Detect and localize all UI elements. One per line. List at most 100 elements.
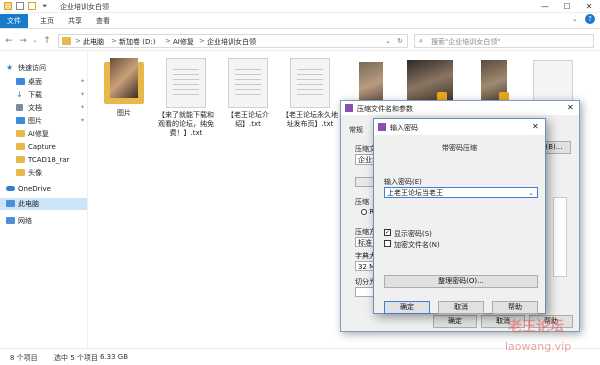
tab-share[interactable]: 共享 <box>68 14 82 28</box>
sidebar-item-network[interactable]: 网络 <box>6 215 32 227</box>
cancel-button[interactable]: 取消 <box>438 301 484 314</box>
checkbox-label: 显示密码(S) <box>394 230 432 238</box>
recent-dropdown-icon[interactable]: ⌄ <box>30 35 40 47</box>
text-file-icon <box>290 58 330 108</box>
file-name: 图片 <box>117 109 131 117</box>
dialog-title-bar: 压缩文件名和参数 ✕ <box>341 101 579 115</box>
password-value: 上老王论坛当老王 <box>387 189 443 197</box>
sidebar-item-label: 桌面 <box>28 78 42 86</box>
address-bar[interactable]: > 此电脑 > 新加卷 (D:) > AI修复 > 企业培训女白领 ⌄ ↻ <box>58 34 408 48</box>
selection-size: 6.33 GB <box>100 353 129 361</box>
organize-passwords-button[interactable]: 整理密码(O)... <box>384 275 538 288</box>
folder-icon <box>16 143 25 150</box>
help-icon[interactable]: ? <box>585 14 595 24</box>
winrar-icon <box>345 104 353 112</box>
sidebar-item-tcad18-rar[interactable]: TCAD18_rar <box>16 154 69 166</box>
breadcrumb-this-pc[interactable]: 此电脑 <box>83 37 104 47</box>
sidebar-item-onedrive[interactable]: OneDrive <box>6 183 51 195</box>
minimize-button[interactable]: — <box>534 0 556 13</box>
sidebar-item-label: AI修复 <box>28 130 49 138</box>
search-input[interactable]: ⌕ 搜索"企业培训女白领" <box>414 34 594 48</box>
dictionary-select[interactable]: 32 MB <box>355 261 375 271</box>
pin-icon[interactable]: ✦ <box>80 89 85 101</box>
window-title: 企业培训女白领 <box>60 3 109 11</box>
pin-icon[interactable]: ✦ <box>80 76 85 88</box>
sidebar-item-label: OneDrive <box>18 185 51 193</box>
breadcrumb-current-folder[interactable]: 企业培训女白领 <box>207 37 256 47</box>
tab-home[interactable]: 主页 <box>40 14 54 28</box>
checkbox-checked-icon: ✓ <box>384 229 391 236</box>
file-item-txt[interactable]: 【来了就能下载和观看的论坛，纯免费！】.txt <box>157 58 215 138</box>
pin-icon[interactable]: ✦ <box>80 102 85 114</box>
sidebar-item-label: Capture <box>28 143 56 151</box>
sidebar-item-label: 下载 <box>28 91 42 99</box>
network-icon <box>6 217 15 224</box>
tab-view[interactable]: 查看 <box>96 14 110 28</box>
breadcrumb-drive-d[interactable]: 新加卷 (D:) <box>119 37 155 47</box>
sidebar-item-label: 文档 <box>28 104 42 112</box>
file-item-txt[interactable]: 【老王论坛永久地址发布页】.txt <box>281 58 339 129</box>
refresh-icon[interactable]: ↻ <box>397 37 403 45</box>
sidebar-item-downloads[interactable]: ↓ 下载 ✦ <box>16 89 85 101</box>
back-icon[interactable]: ← <box>4 35 14 47</box>
new-folder-icon[interactable] <box>28 2 36 10</box>
password-dialog: 输入密码 ✕ 带密码压缩 输入密码(E) 上老王论坛当老王 ⌄ ✓ 显示密码(S… <box>373 118 546 314</box>
document-icon <box>16 104 23 111</box>
split-field[interactable] <box>355 287 375 297</box>
navigation-bar: ← → ⌄ ↑ > 此电脑 > 新加卷 (D:) > AI修复 > 企业培训女白… <box>0 31 600 51</box>
ribbon-expand-icon[interactable]: ⌄ <box>572 15 578 23</box>
picture-icon <box>16 117 25 124</box>
help-button[interactable]: 帮助 <box>492 301 538 314</box>
breadcrumb-ai-repair[interactable]: AI修复 <box>173 37 194 47</box>
tab-general[interactable]: 常规 <box>349 125 363 135</box>
file-name: 【来了就能下载和观看的论坛，纯免费！】.txt <box>158 111 214 137</box>
download-icon: ↓ <box>16 90 23 99</box>
format-label: 压缩 <box>355 198 369 206</box>
options-panel <box>553 197 567 277</box>
quick-access-dropdown-icon[interactable]: ⏷ <box>42 2 48 11</box>
dialog-heading: 带密码压缩 <box>442 144 477 152</box>
sidebar-item-avatar-folder[interactable]: 头像 <box>16 167 42 179</box>
computer-icon <box>6 200 15 207</box>
breadcrumb-separator: > <box>111 37 117 45</box>
title-bar: ⏷ 企业培训女白领 — ☐ ✕ <box>0 0 600 13</box>
sidebar-item-ai-repair[interactable]: AI修复 <box>16 128 49 140</box>
maximize-button[interactable]: ☐ <box>556 0 578 13</box>
watermark-url: laowang.vip <box>505 340 572 353</box>
file-item-folder-pictures[interactable]: 图片 <box>95 58 153 118</box>
close-icon[interactable]: ✕ <box>567 103 574 112</box>
close-icon[interactable]: ✕ <box>532 122 539 131</box>
file-item-txt[interactable]: 【老王论坛介绍】.txt <box>219 58 277 129</box>
pin-icon[interactable]: ✦ <box>80 115 85 127</box>
breadcrumb-separator: > <box>199 37 205 45</box>
text-file-icon <box>166 58 206 108</box>
ok-button[interactable]: 确定 <box>433 315 477 328</box>
ribbon: 文件 主页 共享 查看 ⌄ ? <box>0 13 600 29</box>
update-mode-field[interactable] <box>355 177 375 187</box>
item-count: 8 个项目 <box>10 354 38 362</box>
password-input[interactable]: 上老王论坛当老王 ⌄ <box>384 187 538 198</box>
close-button[interactable]: ✕ <box>578 0 600 13</box>
archive-name-field[interactable]: 企业培 <box>355 154 375 165</box>
sidebar-item-desktop[interactable]: 桌面 ✦ <box>16 76 85 88</box>
sidebar-item-pictures[interactable]: 图片 ✦ <box>16 115 85 127</box>
method-select[interactable]: 标准 <box>355 237 375 247</box>
forward-icon[interactable]: → <box>18 35 28 47</box>
ok-button[interactable]: 确定 <box>384 301 430 314</box>
address-dropdown-icon[interactable]: ⌄ <box>385 37 391 45</box>
properties-icon[interactable] <box>16 2 24 10</box>
breadcrumb-separator: > <box>75 37 81 45</box>
selection-count: 选中 5 个项目 <box>54 354 98 362</box>
file-name: 【老王论坛介绍】.txt <box>227 111 269 128</box>
folder-icon <box>16 130 25 137</box>
chevron-down-icon[interactable]: ⌄ <box>528 188 534 197</box>
sidebar-item-this-pc[interactable]: 此电脑 <box>0 198 87 210</box>
tab-file[interactable]: 文件 <box>0 14 28 28</box>
up-icon[interactable]: ↑ <box>42 35 52 47</box>
sidebar-item-quick-access[interactable]: ★ 快速访问 <box>6 62 46 74</box>
desktop-icon <box>16 78 25 85</box>
sidebar-item-capture[interactable]: Capture <box>16 141 56 153</box>
sidebar-item-documents[interactable]: 文档 ✦ <box>16 102 85 114</box>
search-icon: ⌕ <box>419 37 423 45</box>
file-name: 【老王论坛永久地址发布页】.txt <box>282 111 338 128</box>
